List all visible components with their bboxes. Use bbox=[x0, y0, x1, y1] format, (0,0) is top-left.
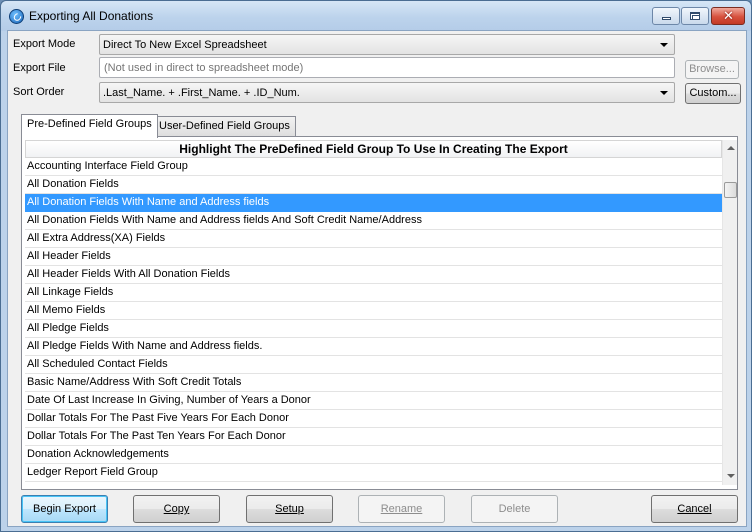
maximize-icon bbox=[690, 12, 700, 20]
sort-order-value: .Last_Name. + .First_Name. + .ID_Num. bbox=[103, 87, 300, 99]
list-item-selected[interactable]: All Donation Fields With Name and Addres… bbox=[25, 194, 722, 212]
minimize-icon bbox=[662, 17, 671, 20]
list-item[interactable]: Date Of Last Increase In Giving, Number … bbox=[25, 392, 722, 410]
export-mode-label: Export Mode bbox=[13, 38, 76, 50]
maximize-button[interactable] bbox=[681, 7, 709, 25]
copy-button[interactable]: Copy bbox=[133, 495, 220, 523]
browse-button[interactable]: Browse... bbox=[685, 60, 739, 79]
setup-button-label: Setup bbox=[275, 503, 304, 515]
sort-order-label: Sort Order bbox=[13, 86, 65, 98]
list-item[interactable]: Accounting Interface Field Group bbox=[25, 158, 722, 176]
list-item[interactable]: All Extra Address(XA) Fields bbox=[25, 230, 722, 248]
list-header: Highlight The PreDefined Field Group To … bbox=[25, 140, 722, 158]
close-icon: ✕ bbox=[723, 8, 734, 23]
list-item[interactable]: All Scheduled Contact Fields bbox=[25, 356, 722, 374]
tab-pre-defined-field-groups[interactable]: Pre-Defined Field Groups bbox=[21, 114, 158, 138]
cancel-button-label: Cancel bbox=[677, 503, 712, 515]
export-file-input[interactable] bbox=[100, 58, 674, 77]
list-item[interactable]: All Pledge Fields bbox=[25, 320, 722, 338]
field-group-list[interactable]: Accounting Interface Field Group All Dona… bbox=[25, 158, 722, 483]
title-bar[interactable]: Exporting All Donations ✕ bbox=[1, 1, 751, 31]
list-item[interactable]: Dollar Totals For The Past Ten Years For… bbox=[25, 428, 722, 446]
list-item[interactable]: All Linkage Fields bbox=[25, 284, 722, 302]
export-file-field[interactable] bbox=[99, 57, 675, 78]
list-item[interactable]: All Memo Fields bbox=[25, 302, 722, 320]
close-window-button[interactable]: ✕ bbox=[711, 7, 745, 25]
minimize-button[interactable] bbox=[652, 7, 680, 25]
scroll-up-icon[interactable] bbox=[724, 141, 737, 156]
list-item[interactable]: All Header Fields With All Donation Fiel… bbox=[25, 266, 722, 284]
list-item[interactable]: Basic Name/Address With Soft Credit Tota… bbox=[25, 374, 722, 392]
list-item[interactable]: Dollar Totals For The Past Five Years Fo… bbox=[25, 410, 722, 428]
scrollbar-thumb[interactable] bbox=[724, 182, 737, 198]
sort-order-dropdown[interactable]: .Last_Name. + .First_Name. + .ID_Num. bbox=[99, 82, 675, 103]
copy-button-label: Copy bbox=[163, 503, 190, 515]
list-scrollbar[interactable] bbox=[722, 140, 737, 485]
chevron-down-icon bbox=[660, 43, 668, 47]
export-window: Exporting All Donations ✕ Export Mode Di… bbox=[0, 0, 752, 532]
list-item[interactable]: All Pledge Fields With Name and Address … bbox=[25, 338, 722, 356]
cancel-button[interactable]: Cancel bbox=[651, 495, 738, 523]
delete-button[interactable]: Delete bbox=[471, 495, 558, 523]
export-file-label: Export File bbox=[13, 62, 66, 74]
list-item[interactable]: All Donation Fields bbox=[25, 176, 722, 194]
window-title: Exporting All Donations bbox=[29, 9, 154, 23]
begin-export-button[interactable]: Begin Export bbox=[21, 495, 108, 523]
list-item[interactable]: All Donation Fields With Name and Addres… bbox=[25, 212, 722, 230]
tab-user-defined-field-groups[interactable]: User-Defined Field Groups bbox=[153, 116, 296, 136]
list-item[interactable]: Ledger Report Field Group bbox=[25, 464, 722, 482]
custom-sort-button[interactable]: Custom... bbox=[685, 83, 741, 104]
scroll-down-icon[interactable] bbox=[724, 469, 737, 484]
list-item[interactable]: All Header Fields bbox=[25, 248, 722, 266]
rename-button[interactable]: Rename bbox=[358, 495, 445, 523]
dialog-body: Export Mode Direct To New Excel Spreadsh… bbox=[7, 30, 747, 527]
rename-button-label: Rename bbox=[380, 503, 423, 515]
export-mode-dropdown[interactable]: Direct To New Excel Spreadsheet bbox=[99, 34, 675, 55]
chevron-down-icon bbox=[660, 91, 668, 95]
export-mode-value: Direct To New Excel Spreadsheet bbox=[103, 39, 267, 51]
list-item[interactable]: Donation Acknowledgements bbox=[25, 446, 722, 464]
field-groups-panel: Highlight The PreDefined Field Group To … bbox=[21, 136, 738, 490]
setup-button[interactable]: Setup bbox=[246, 495, 333, 523]
app-logo-icon bbox=[9, 9, 24, 24]
